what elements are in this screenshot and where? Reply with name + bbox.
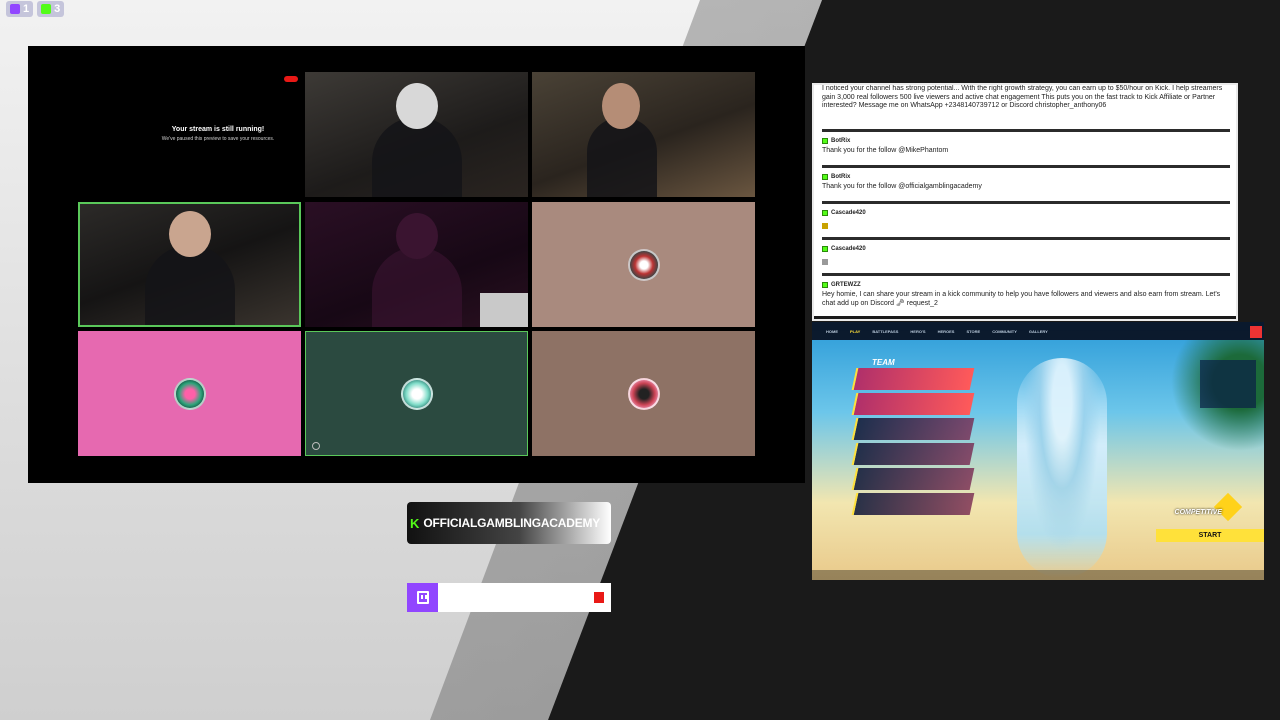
live-indicator xyxy=(284,76,298,82)
participant-camera-tile[interactable] xyxy=(532,72,755,197)
rank-icon xyxy=(1213,492,1243,522)
game-nav-bar: HOME PLAY BATTLEPASS HERO'S HEROES STORE… xyxy=(812,322,1264,340)
chat-username: BotRix xyxy=(831,138,851,144)
recording-indicator xyxy=(594,592,604,603)
paused-subtitle: We've paused this preview to save your r… xyxy=(161,136,275,142)
chat-username: Cascade420 xyxy=(831,210,866,216)
participant-avatar-tile[interactable] xyxy=(532,202,755,327)
game-nav-item: PLAY xyxy=(850,328,861,334)
kick-badge-icon xyxy=(822,210,828,216)
active-speaker-tile[interactable] xyxy=(78,202,301,327)
participant-camera-tile[interactable] xyxy=(305,72,528,197)
picture-in-picture xyxy=(480,293,528,327)
twitch-viewer-badge: 1 xyxy=(6,1,34,17)
participant-figure xyxy=(371,83,462,197)
kick-badge-icon xyxy=(822,246,828,252)
avatar xyxy=(400,377,433,410)
twitch-viewer-count: 1 xyxy=(23,3,30,15)
kick-viewer-badge: 3 xyxy=(37,1,65,17)
participant-camera-tile[interactable] xyxy=(305,202,528,327)
game-nav-item: HOME xyxy=(826,328,838,334)
game-capture: HOME PLAY BATTLEPASS HERO'S HEROES STORE… xyxy=(812,322,1264,580)
chat-message: Cascade420 xyxy=(822,240,1230,276)
participant-avatar-tile[interactable] xyxy=(305,331,528,456)
kick-channel-plate: K OFFICIALGAMBLINGACADEMY xyxy=(407,502,611,544)
chat-message: I noticed your channel has strong potent… xyxy=(822,85,1230,132)
team-list xyxy=(851,368,975,518)
game-bottom-bar xyxy=(812,570,1264,580)
emote-icon xyxy=(822,223,828,229)
side-panel xyxy=(1200,360,1256,408)
chat-message: GRTEWZZ Hey homie, I can share your stre… xyxy=(822,276,1230,318)
hero-character xyxy=(1017,358,1107,578)
paused-notice: Your stream is still running! We've paus… xyxy=(108,126,328,142)
paused-title: Your stream is still running! xyxy=(171,126,265,133)
game-nav-item: COMMUNITY xyxy=(992,328,1017,334)
game-nav-item: GALLERY xyxy=(1028,328,1048,334)
viewer-badges: 1 3 xyxy=(6,1,65,17)
chat-username: Cascade420 xyxy=(831,246,866,252)
twitch-channel-plate xyxy=(407,583,611,612)
twitch-logo-icon xyxy=(407,583,438,612)
chat-message: BotRix Thank you for the follow @MikePha… xyxy=(822,132,1230,168)
chat-message-text: Thank you for the follow @MikePhantom xyxy=(822,147,949,154)
video-call-grid: Your stream is still running! We've paus… xyxy=(28,46,805,483)
chat-message-text: I noticed your channel has strong potent… xyxy=(822,85,1223,109)
team-slot xyxy=(851,418,975,440)
game-nav-item: HEROES xyxy=(937,328,955,334)
participant-figure xyxy=(587,83,658,197)
kick-badge-icon xyxy=(822,282,828,288)
start-button: START xyxy=(1156,529,1264,542)
game-nav-item: BATTLEPASS xyxy=(872,328,899,334)
participant-figure xyxy=(371,213,462,327)
chat-overlay: I noticed your channel has strong potent… xyxy=(812,83,1238,321)
avatar xyxy=(627,248,660,281)
game-nav-item: STORE xyxy=(966,328,981,334)
twitch-icon xyxy=(10,4,20,14)
chat-message-text: Thank you for the follow @officialgambli… xyxy=(822,183,982,190)
team-title: TEAM xyxy=(872,358,895,367)
emote-icon xyxy=(822,259,828,265)
mic-muted-icon xyxy=(312,442,320,450)
game-mode-label: COMPETITIVE xyxy=(1174,509,1222,516)
kick-channel-name: OFFICIALGAMBLINGACADEMY xyxy=(423,516,601,530)
chat-message: BotRix Thank you for the follow @officia… xyxy=(822,168,1230,204)
game-logo-icon xyxy=(1250,326,1262,338)
team-slot xyxy=(851,368,975,390)
participant-avatar-tile[interactable] xyxy=(78,331,301,456)
kick-viewer-count: 3 xyxy=(54,3,61,15)
team-slot xyxy=(851,493,975,515)
team-slot xyxy=(851,393,975,415)
kick-icon xyxy=(41,4,52,14)
game-nav-item: HERO'S xyxy=(910,328,926,334)
chat-bottom-bar xyxy=(814,316,1236,319)
kick-badge-icon xyxy=(822,174,828,180)
avatar xyxy=(627,377,660,410)
chat-username: GRTEWZZ xyxy=(831,282,861,288)
team-slot xyxy=(851,468,975,490)
team-slot xyxy=(851,443,975,465)
kick-logo-icon: K xyxy=(410,515,420,531)
avatar xyxy=(173,377,206,410)
chat-message: Cascade420 xyxy=(822,204,1230,240)
chat-message-text: Hey homie, I can share your stream in a … xyxy=(822,291,1221,307)
kick-badge-icon xyxy=(822,138,828,144)
chat-username: BotRix xyxy=(831,174,851,180)
participant-avatar-tile[interactable] xyxy=(532,331,755,456)
participant-figure xyxy=(144,211,235,325)
